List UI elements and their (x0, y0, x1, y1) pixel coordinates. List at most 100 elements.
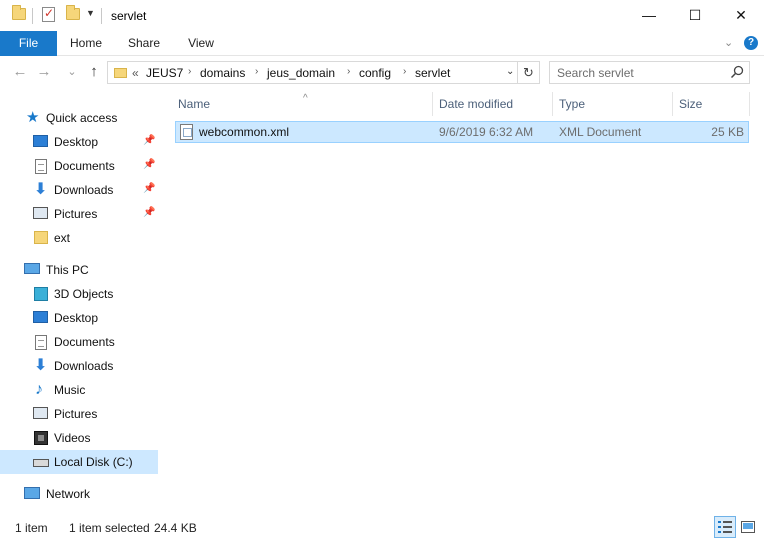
desktop-icon (33, 135, 48, 147)
title-bar: ✓ ▼ servlet — ☐ ✕ (0, 0, 764, 32)
sidebar-item-local-disk[interactable]: Local Disk (C:) (0, 450, 158, 474)
sidebar-item-pictures[interactable]: Pictures 📌 (0, 202, 158, 226)
chevron-right-icon[interactable]: › (347, 66, 350, 77)
column-header-type[interactable]: Type (553, 92, 672, 118)
customize-quick-access-icon[interactable]: ▼ (86, 8, 95, 18)
item-count: 1 item (15, 521, 48, 535)
desktop-icon (33, 311, 48, 323)
details-view-button[interactable] (714, 516, 736, 538)
file-list: Name ^ Date modified Type Size webcommon… (166, 90, 764, 508)
pictures-icon (33, 407, 48, 419)
breadcrumb-config[interactable]: config (359, 66, 391, 80)
chevron-right-icon[interactable]: › (403, 66, 406, 77)
sidebar-item-quick-access[interactable]: ★ Quick access (0, 106, 158, 130)
file-date-modified: 9/6/2019 6:32 AM (439, 125, 534, 139)
sidebar-item-documents[interactable]: Documents (0, 330, 158, 354)
file-row[interactable]: webcommon.xml 9/6/2019 6:32 AM XML Docum… (175, 121, 749, 143)
sidebar-item-desktop[interactable]: Desktop (0, 306, 158, 330)
star-icon: ★ (26, 109, 40, 126)
network-icon (24, 487, 40, 499)
ribbon: File Home Share View ⌄ ? (0, 31, 764, 56)
sidebar-item-network[interactable]: Network (0, 482, 158, 506)
sidebar-item-label: ext (54, 231, 71, 245)
sort-ascending-icon: ^ (303, 93, 308, 104)
sidebar-item-3d-objects[interactable]: 3D Objects (0, 282, 158, 306)
breadcrumb-domains[interactable]: domains (200, 66, 245, 80)
close-button[interactable]: ✕ (718, 0, 764, 30)
search-icon[interactable] (730, 65, 744, 79)
large-icons-view-button[interactable] (737, 516, 759, 538)
sidebar-item-label: Pictures (54, 207, 98, 221)
file-size: 25 KB (711, 125, 744, 139)
column-header-name[interactable]: Name ^ (172, 92, 432, 118)
file-type: XML Document (559, 125, 642, 139)
tab-file[interactable]: File (0, 31, 57, 56)
search-input[interactable] (557, 65, 727, 80)
help-icon[interactable]: ? (744, 36, 758, 50)
breadcrumb-jeus7[interactable]: JEUS7 (146, 66, 183, 80)
pin-icon[interactable]: 📌 (143, 135, 155, 146)
sidebar-item-label: Local Disk (C:) (54, 455, 133, 469)
sidebar-item-ext[interactable]: ext (0, 226, 158, 250)
navigation-bar: ← → ⌄ ↑ « JEUS7 › domains › jeus_domain … (0, 56, 764, 90)
chevron-right-icon[interactable]: › (188, 66, 191, 77)
address-bar[interactable]: « JEUS7 › domains › jeus_domain › config… (107, 61, 518, 84)
sidebar-item-label: Documents (54, 159, 115, 173)
navigation-pane: ★ Quick access Desktop 📌 Documents 📌 ⬇ D… (0, 98, 165, 508)
sidebar-item-this-pc[interactable]: This PC (0, 258, 158, 282)
forward-button[interactable]: → (34, 62, 54, 82)
pin-icon[interactable]: 📌 (143, 183, 155, 194)
sidebar-item-label: Videos (54, 431, 91, 445)
maximize-button[interactable]: ☐ (672, 0, 718, 30)
folder-icon (114, 68, 127, 78)
sidebar-item-downloads[interactable]: ⬇ Downloads 📌 (0, 178, 158, 202)
sidebar-item-pictures[interactable]: Pictures (0, 402, 158, 426)
address-dropdown-icon[interactable]: ⌄ (506, 66, 514, 77)
ribbon-collapse-icon[interactable]: ⌄ (724, 36, 733, 49)
pin-icon[interactable]: 📌 (143, 159, 155, 170)
sidebar-item-label: Downloads (54, 183, 114, 197)
chevron-right-icon[interactable]: › (255, 66, 258, 77)
videos-icon (34, 431, 48, 445)
tab-view[interactable]: View (178, 31, 224, 56)
column-header-date-modified[interactable]: Date modified (433, 92, 552, 118)
downloads-icon: ⬇ (34, 357, 48, 374)
3d-objects-icon (34, 287, 48, 301)
search-box[interactable] (549, 61, 750, 84)
sidebar-item-label: Music (54, 383, 86, 397)
sidebar-item-downloads[interactable]: ⬇ Downloads (0, 354, 158, 378)
selection-count: 1 item selected (69, 521, 150, 535)
sidebar-item-videos[interactable]: Videos (0, 426, 158, 450)
back-button[interactable]: ← (10, 62, 30, 82)
minimize-button[interactable]: — (626, 0, 672, 30)
folder-icon[interactable] (12, 5, 26, 20)
tab-home[interactable]: Home (62, 31, 110, 56)
column-divider[interactable] (749, 92, 750, 116)
pin-icon[interactable]: 📌 (143, 207, 155, 218)
sidebar-item-music[interactable]: ♪ Music (0, 378, 158, 402)
sidebar-item-documents[interactable]: Documents 📌 (0, 154, 158, 178)
sidebar-item-label: Quick access (46, 111, 118, 125)
up-button[interactable]: ↑ (84, 62, 104, 82)
breadcrumb-jeus-domain[interactable]: jeus_domain (267, 66, 335, 80)
sidebar-item-label: Desktop (54, 311, 99, 325)
breadcrumb-overflow[interactable]: « (132, 66, 139, 80)
sidebar-item-desktop[interactable]: Desktop 📌 (0, 130, 158, 154)
sidebar-item-label: Downloads (54, 359, 114, 373)
xml-file-icon (180, 124, 193, 140)
breadcrumb-servlet[interactable]: servlet (415, 66, 450, 80)
music-icon: ♪ (35, 381, 43, 398)
refresh-button[interactable]: ↻ (518, 61, 540, 84)
column-header-size[interactable]: Size (673, 92, 749, 118)
new-folder-icon[interactable] (66, 5, 80, 20)
computer-icon (24, 263, 40, 274)
sidebar-item-label: This PC (46, 263, 89, 277)
folder-icon (34, 231, 48, 244)
properties-icon[interactable]: ✓ (42, 6, 55, 22)
large-icons-view-icon (741, 521, 755, 533)
recent-locations-button[interactable]: ⌄ (62, 62, 82, 82)
selection-size: 24.4 KB (154, 521, 197, 535)
column-header-label: Name (178, 97, 211, 111)
tab-share[interactable]: Share (120, 31, 168, 56)
status-bar: 1 item 1 item selected 24.4 KB (0, 508, 764, 540)
